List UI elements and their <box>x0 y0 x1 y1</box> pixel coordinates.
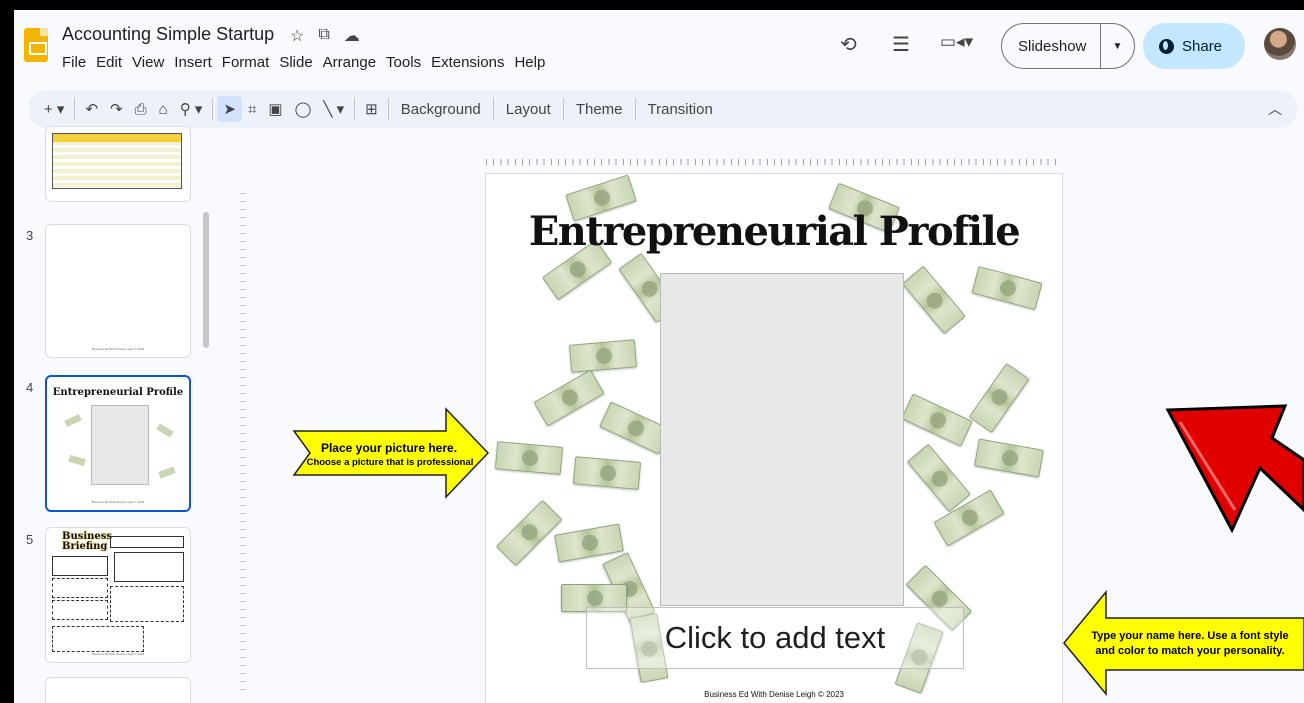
slide-credit[interactable]: Business Ed With Denise Leigh © 2023 <box>486 690 1062 699</box>
theme-button[interactable]: Theme <box>568 101 631 118</box>
callout-line-1: Place your picture here. <box>320 441 458 455</box>
paint-format-icon[interactable]: ⌂ <box>153 101 174 118</box>
slide-thumbnail-2[interactable] <box>45 126 191 202</box>
slide-number-3: 3 <box>26 228 34 243</box>
filmstrip: 3 Business Ed With Denise Leigh © 2023 4… <box>14 126 214 703</box>
filmstrip-scrollbar[interactable] <box>203 212 209 348</box>
print-icon[interactable]: ⎙ <box>129 101 153 118</box>
callout-line-2: and color to match your personality. <box>1095 645 1285 657</box>
horizontal-ruler[interactable] <box>486 153 1062 165</box>
name-callout-arrow[interactable]: Type your name here. Use a font style an… <box>1062 589 1304 697</box>
menu-help[interactable]: Help <box>514 54 545 71</box>
text-box-icon[interactable]: ⌗ <box>242 101 262 118</box>
shape-icon[interactable]: ◯ <box>289 100 318 118</box>
table-preview <box>52 133 182 189</box>
meet-camera-icon[interactable]: ▭◂▾ <box>940 32 973 52</box>
slide-thumbnail-4[interactable]: Entrepreneurial Profile Business Ed With… <box>45 375 191 512</box>
menu-slide[interactable]: Slide <box>279 54 312 71</box>
globe-icon <box>1159 38 1174 54</box>
share-label: Share <box>1182 37 1223 55</box>
slide-number-4: 4 <box>26 380 34 395</box>
avatar[interactable] <box>1264 28 1296 60</box>
callout-line-2: Choose a picture that is professional <box>306 457 474 468</box>
new-slide-icon[interactable]: + ▾ <box>38 100 70 118</box>
menu-insert[interactable]: Insert <box>174 54 212 71</box>
menu-bar: File Edit View Insert Format Slide Arran… <box>62 54 545 71</box>
callout-line-1: Type your name here. Use a font style <box>1091 630 1289 642</box>
document-title[interactable]: Accounting Simple Startup <box>62 24 274 45</box>
share-button[interactable]: Share <box>1143 23 1245 69</box>
background-button[interactable]: Background <box>393 101 489 118</box>
insert-image-icon[interactable]: ▣ <box>262 100 288 118</box>
chevron-up-icon[interactable]: ︿ <box>1268 99 1282 119</box>
toolbar: + ▾ ↶ ↷ ⎙ ⌂ ⚲ ▾ ➤ ⌗ ▣ ◯ ╲ ▾ ⊞ Background… <box>28 90 1298 128</box>
slide-thumbnail-3[interactable]: Business Ed With Denise Leigh © 2023 <box>45 224 191 358</box>
thumbnail-footer: Business Ed With Denise Leigh © 2023 <box>91 500 145 504</box>
comments-icon[interactable]: ☰ <box>892 32 910 57</box>
slideshow-label: Slideshow <box>1018 37 1087 55</box>
layout-button[interactable]: Layout <box>498 101 559 118</box>
menu-edit[interactable]: Edit <box>96 54 122 71</box>
redo-icon[interactable]: ↷ <box>104 100 129 118</box>
menu-format[interactable]: Format <box>222 54 270 71</box>
slide-thumbnail-6[interactable] <box>45 677 191 703</box>
move-folder-icon[interactable]: ⧉ <box>318 26 329 46</box>
zoom-icon[interactable]: ⚲ ▾ <box>174 100 209 118</box>
add-comment-icon[interactable]: ⊞ <box>359 100 384 118</box>
slide-number-5: 5 <box>26 532 34 547</box>
slides-logo-icon[interactable] <box>24 28 48 62</box>
current-slide[interactable]: Entrepreneurial Profile Click to add tex… <box>485 173 1063 703</box>
menu-extensions[interactable]: Extensions <box>431 54 504 71</box>
slides-editor-window: Accounting Simple Startup ☆ ⧉ ☁ File Edi… <box>14 10 1304 703</box>
transition-button[interactable]: Transition <box>640 101 721 118</box>
thumbnail-footer: Business Ed With Denise Leigh © 2023 <box>91 347 145 351</box>
chevron-down-icon[interactable]: ▼ <box>1100 23 1134 69</box>
slideshow-button[interactable]: Slideshow ▼ <box>1001 23 1135 69</box>
line-icon[interactable]: ╲ ▾ <box>317 100 350 118</box>
undo-icon[interactable]: ↶ <box>79 100 104 118</box>
menu-file[interactable]: File <box>62 54 86 71</box>
menu-tools[interactable]: Tools <box>386 54 421 71</box>
slide-title[interactable]: Entrepreneurial Profile <box>486 208 1062 255</box>
thumbnail-footer: Business Ed With Denise Leigh © 2023 <box>91 652 145 656</box>
slide-thumbnail-5[interactable]: Business Briefing Business Ed With Denis… <box>45 527 191 663</box>
text-placeholder[interactable]: Click to add text <box>586 607 964 669</box>
menu-arrange[interactable]: Arrange <box>323 54 376 71</box>
thumbnail-title: Entrepreneurial Profile <box>52 387 184 398</box>
thumbnail-photo-placeholder <box>91 405 149 485</box>
cloud-saved-icon[interactable]: ☁ <box>344 26 360 46</box>
select-cursor-icon[interactable]: ➤ <box>217 96 242 122</box>
vertical-ruler[interactable] <box>240 193 246 693</box>
version-history-icon[interactable]: ⟲ <box>840 32 857 57</box>
menu-view[interactable]: View <box>132 54 164 71</box>
red-pointer-arrow-icon <box>1165 404 1304 534</box>
photo-placeholder[interactable] <box>660 273 904 606</box>
picture-callout-arrow[interactable]: Place your picture here. Choose a pictur… <box>292 407 492 499</box>
star-icon[interactable]: ☆ <box>290 26 304 46</box>
thumbnail-title: Business Briefing <box>62 531 113 552</box>
